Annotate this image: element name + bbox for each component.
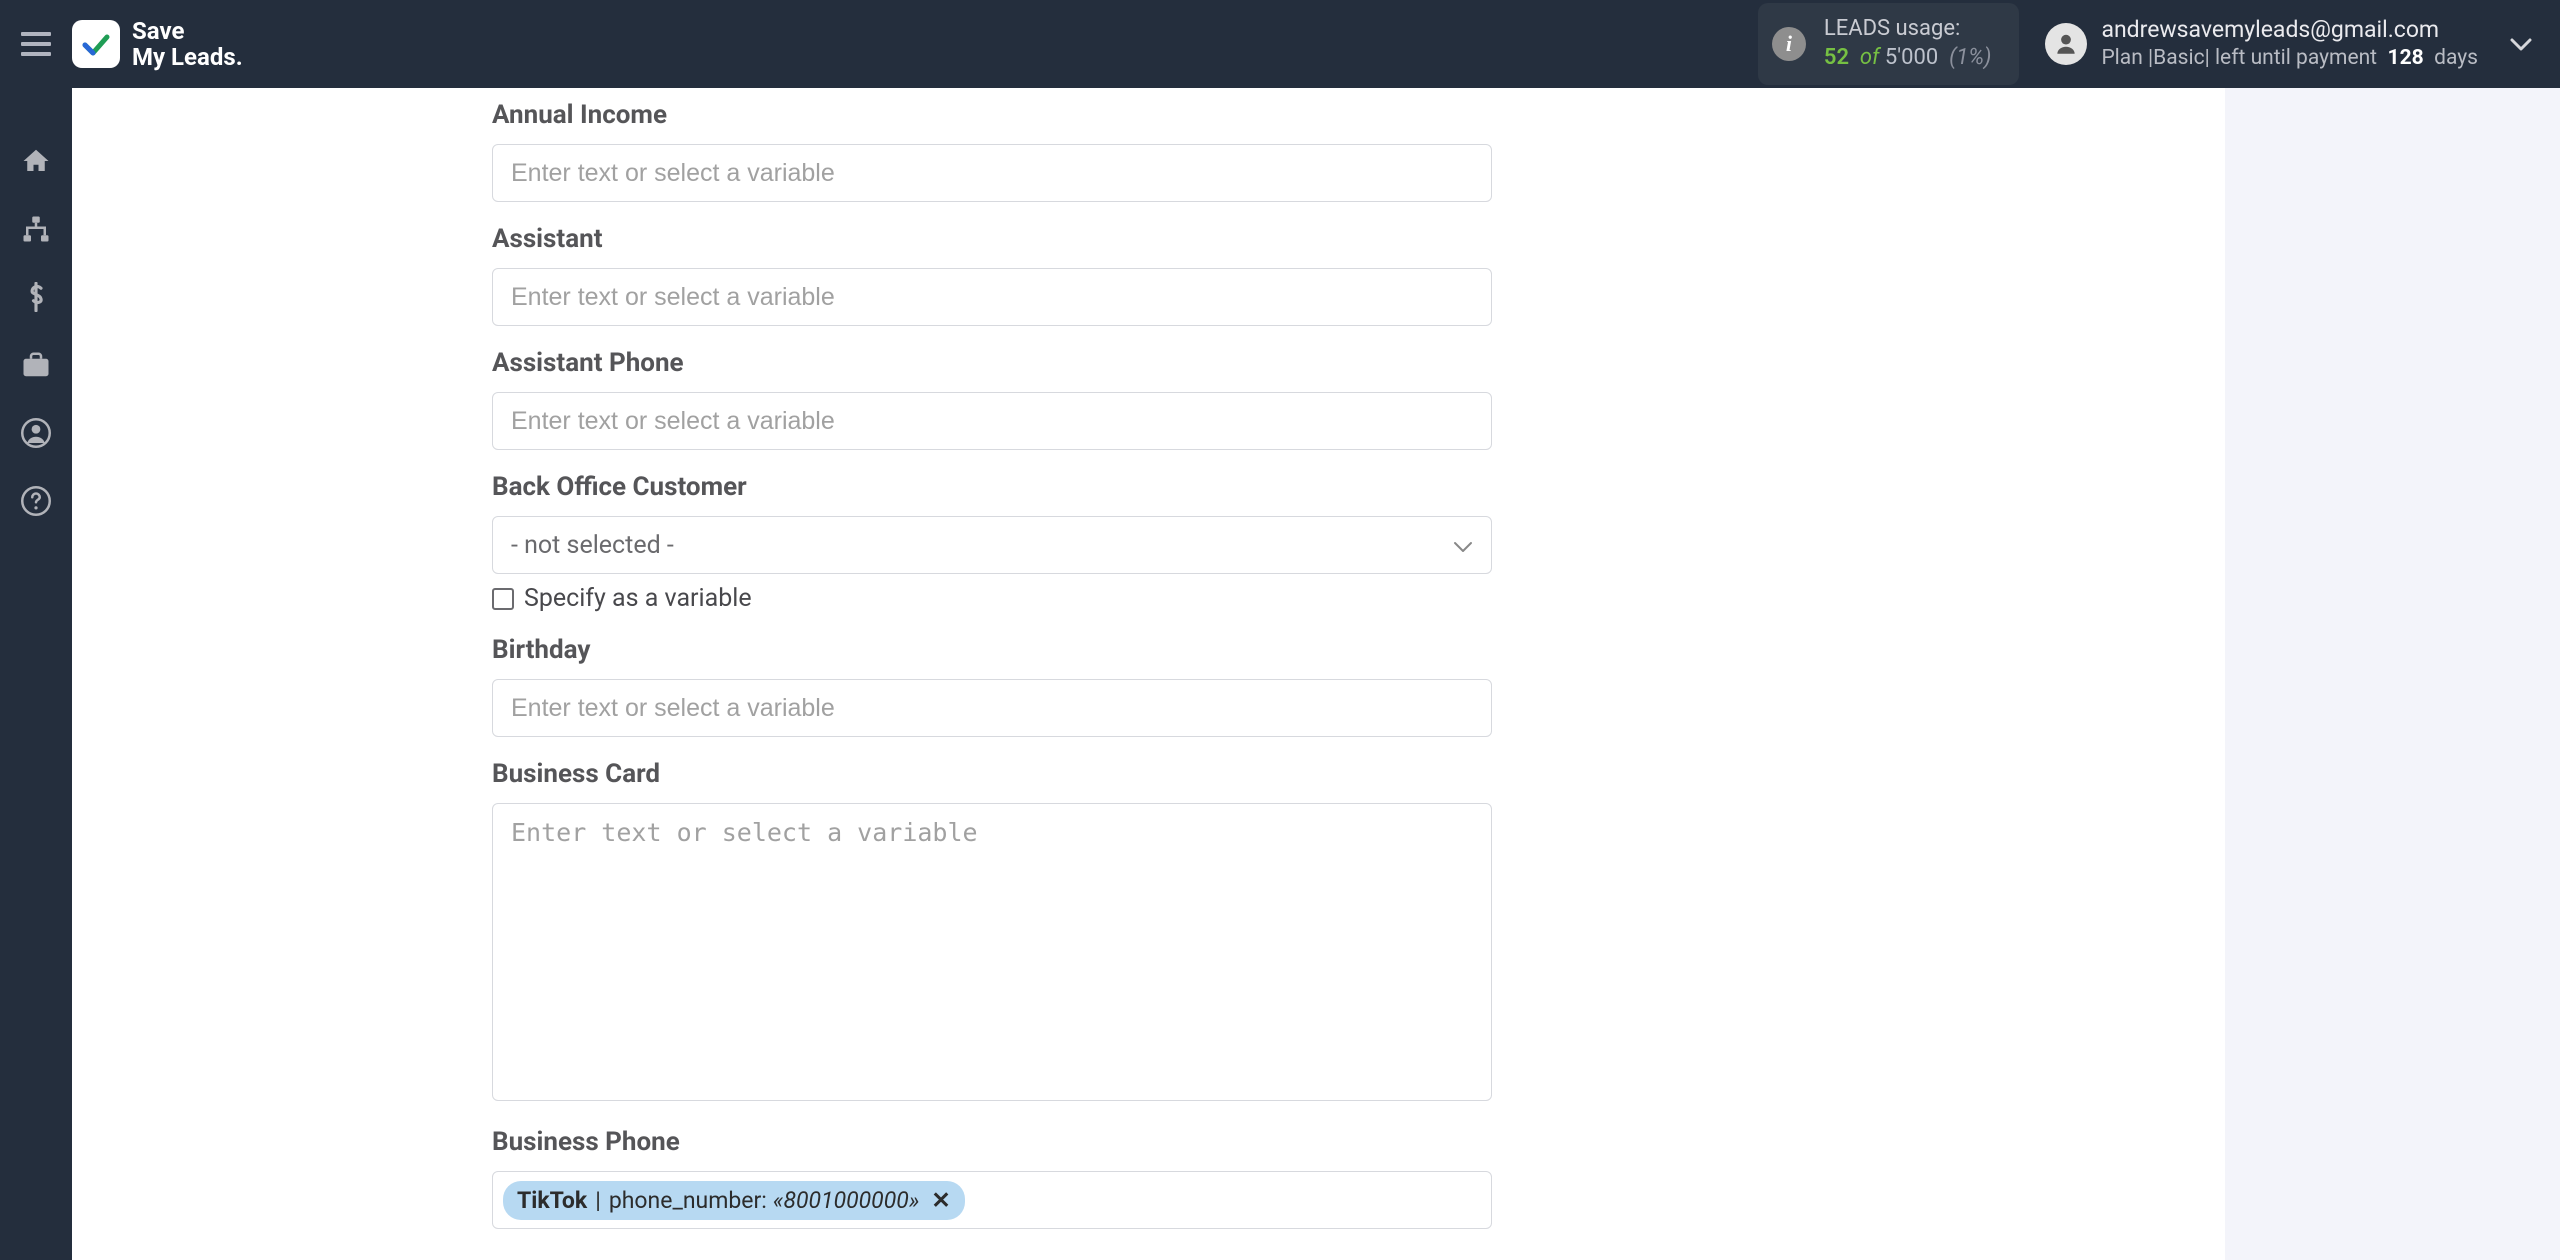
account-email: andrewsavemyleads@gmail.com: [2101, 15, 2478, 45]
label-assistant: Assistant: [492, 224, 1492, 254]
user-circle-icon: [21, 418, 51, 448]
chip-source: TikTok: [517, 1187, 587, 1214]
logo[interactable]: Save My Leads.: [72, 18, 243, 71]
label-birthday: Birthday: [492, 635, 1492, 665]
usage-box[interactable]: i LEADS usage: 52 of 5'000 (1%): [1758, 3, 2020, 84]
usage-of: of: [1854, 45, 1884, 70]
variable-chip: TikTok | phone_number: «8001000000» ✕: [503, 1181, 965, 1220]
checkbox-label: Specify as a variable: [524, 584, 752, 613]
label-back-office: Back Office Customer: [492, 472, 1492, 502]
label-business-card: Business Card: [492, 759, 1492, 789]
sidebar-item-help[interactable]: [0, 472, 72, 530]
topbar-left: Save My Leads.: [0, 0, 243, 88]
checkbox-row-back-office: Specify as a variable: [492, 584, 1492, 613]
chevron-down-icon: [1453, 531, 1473, 560]
field-business-phone: Business Phone TikTok | phone_number: «8…: [492, 1127, 1492, 1229]
label-annual-income: Annual Income: [492, 100, 1492, 130]
logo-text: Save My Leads.: [132, 18, 243, 71]
input-business-phone[interactable]: TikTok | phone_number: «8001000000» ✕: [492, 1171, 1492, 1229]
account-lines: andrewsavemyleads@gmail.com Plan |Basic|…: [2101, 15, 2478, 72]
chevron-down-icon: [2510, 38, 2532, 52]
briefcase-icon: [21, 351, 51, 379]
dollar-icon: [25, 282, 47, 312]
logo-line2: My Leads.: [132, 44, 243, 70]
usage-used: 52: [1824, 45, 1849, 70]
textarea-business-card[interactable]: [492, 803, 1492, 1101]
logo-badge: [72, 20, 120, 68]
usage-total: 5'000: [1885, 45, 1938, 70]
field-back-office: Back Office Customer - not selected - Sp…: [492, 472, 1492, 613]
select-back-office-value: - not selected -: [511, 531, 674, 560]
form-area: Annual Income Assistant Assistant Phone …: [492, 88, 1492, 1260]
home-icon: [21, 146, 51, 176]
sidebar: [0, 88, 72, 1260]
main: Annual Income Assistant Assistant Phone …: [72, 88, 2225, 1260]
sidebar-item-home[interactable]: [0, 132, 72, 190]
checkmark-icon: [81, 29, 111, 59]
panel: Annual Income Assistant Assistant Phone …: [72, 88, 2225, 1260]
label-assistant-phone: Assistant Phone: [492, 348, 1492, 378]
field-assistant-phone: Assistant Phone: [492, 348, 1492, 450]
sidebar-item-billing[interactable]: [0, 268, 72, 326]
usage-values: 52 of 5'000 (1%): [1824, 44, 1992, 73]
sitemap-icon: [21, 214, 51, 244]
label-business-phone: Business Phone: [492, 1127, 1492, 1157]
field-business-card: Business Card: [492, 759, 1492, 1105]
input-assistant-phone[interactable]: [492, 392, 1492, 450]
input-assistant[interactable]: [492, 268, 1492, 326]
input-annual-income[interactable]: [492, 144, 1492, 202]
sidebar-item-briefcase[interactable]: [0, 336, 72, 394]
input-birthday[interactable]: [492, 679, 1492, 737]
chip-value: «8001000000»: [773, 1187, 919, 1214]
select-back-office[interactable]: - not selected -: [492, 516, 1492, 574]
menu-toggle-button[interactable]: [0, 0, 72, 88]
field-birthday: Birthday: [492, 635, 1492, 737]
avatar: [2045, 23, 2087, 65]
sidebar-item-account[interactable]: [0, 404, 72, 462]
help-icon: [21, 486, 51, 516]
field-assistant: Assistant: [492, 224, 1492, 326]
chip-field: phone_number:: [609, 1187, 767, 1214]
account-plan: Plan |Basic| left until payment 128 days: [2101, 45, 2478, 72]
logo-line1: Save: [132, 18, 243, 44]
usage-text: LEADS usage: 52 of 5'000 (1%): [1824, 15, 1992, 72]
usage-pct: (1%): [1944, 45, 1992, 70]
account-chevron[interactable]: [2510, 31, 2532, 58]
sidebar-item-connections[interactable]: [0, 200, 72, 258]
checkbox-specify-variable[interactable]: [492, 588, 514, 610]
account-box[interactable]: andrewsavemyleads@gmail.com Plan |Basic|…: [2045, 15, 2532, 72]
usage-label: LEADS usage:: [1824, 15, 1992, 44]
hamburger-icon: [21, 32, 51, 56]
user-icon: [2053, 31, 2079, 57]
field-annual-income: Annual Income: [492, 100, 1492, 202]
chip-remove-button[interactable]: ✕: [931, 1187, 950, 1214]
info-icon: i: [1772, 27, 1806, 61]
topbar: Save My Leads. i LEADS usage: 52 of 5'00…: [0, 0, 2560, 88]
topbar-right: i LEADS usage: 52 of 5'000 (1%) andrewsa…: [1758, 3, 2560, 84]
